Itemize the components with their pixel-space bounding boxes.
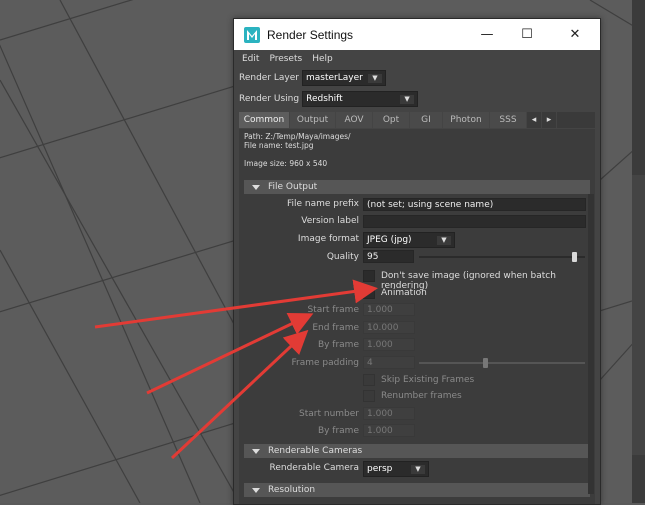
quality-input[interactable]: 95 <box>363 250 414 263</box>
start-frame-input[interactable]: 1.000 <box>363 303 415 316</box>
collapse-triangle-icon <box>252 448 260 454</box>
frame-padding-slider-handle[interactable] <box>483 358 489 368</box>
by-frame-input[interactable]: 1.000 <box>363 338 415 351</box>
render-layer-dropdown[interactable]: masterLayer ▼ <box>302 70 386 86</box>
chevron-down-icon: ▼ <box>368 74 382 83</box>
chevron-down-icon: ▼ <box>400 95 415 104</box>
settings-panel: Path: Z:/Temp/Maya/images/ File name: te… <box>239 129 595 504</box>
end-frame-input[interactable]: 10.000 <box>363 321 415 334</box>
tab-bar: Common Output AOV Opt GI Photon SSS ◂ ▸ <box>239 112 595 128</box>
menu-help[interactable]: Help <box>312 54 333 64</box>
start-number-input[interactable]: 1.000 <box>363 407 415 420</box>
tab-aov[interactable]: AOV <box>336 112 373 128</box>
menu-edit[interactable]: Edit <box>242 54 259 64</box>
render-layer-row: Render Layer masterLayer ▼ <box>239 70 386 86</box>
info-file-name: File name: test.jpg <box>244 141 314 150</box>
maximize-button[interactable]: ☐ <box>504 19 550 50</box>
render-using-dropdown[interactable]: Redshift ▼ <box>302 91 419 107</box>
frame-padding-slider-track[interactable] <box>419 362 585 364</box>
tab-scroll-right-icon[interactable]: ▸ <box>542 112 557 128</box>
info-path: Path: Z:/Temp/Maya/images/ <box>244 132 351 141</box>
skip-existing-checkbox[interactable] <box>363 374 375 386</box>
render-layer-value: masterLayer <box>306 73 363 83</box>
chevron-down-icon: ▼ <box>411 465 425 474</box>
info-image-size: Image size: 960 x 540 <box>244 159 328 168</box>
version-label-label: Version label <box>301 216 359 226</box>
chevron-down-icon: ▼ <box>437 236 451 245</box>
menu-presets[interactable]: Presets <box>269 54 302 64</box>
quality-label: Quality <box>326 252 359 262</box>
right-panel-strip <box>632 0 645 503</box>
close-button[interactable]: ✕ <box>552 19 598 50</box>
image-format-label: Image format <box>297 234 359 244</box>
start-frame-label: Start frame <box>307 305 359 315</box>
version-label-input[interactable] <box>363 215 586 228</box>
tab-sss[interactable]: SSS <box>490 112 527 128</box>
dont-save-checkbox[interactable] <box>363 270 375 282</box>
skip-existing-label: Skip Existing Frames <box>381 375 475 385</box>
section-renderable-cameras-title: Renderable Cameras <box>268 446 363 456</box>
section-file-output-title: File Output <box>268 182 318 192</box>
animation-label: Animation <box>381 288 427 298</box>
tab-gi[interactable]: GI <box>410 112 443 128</box>
renderable-camera-label: Renderable Camera <box>269 463 360 473</box>
quality-slider-handle[interactable] <box>571 252 577 262</box>
section-resolution[interactable]: Resolution <box>244 483 590 497</box>
animation-checkbox[interactable] <box>363 287 375 299</box>
renumber-label: Renumber frames <box>381 391 462 401</box>
renderable-camera-value: persp <box>367 464 393 474</box>
tab-photon[interactable]: Photon <box>443 112 490 128</box>
render-using-value: Redshift <box>306 94 343 104</box>
tab-output[interactable]: Output <box>290 112 336 128</box>
file-name-prefix-input[interactable]: (not set; using scene name) <box>363 198 586 211</box>
title-bar[interactable]: Render Settings — ☐ ✕ <box>234 19 600 50</box>
collapse-triangle-icon <box>252 184 260 190</box>
by-number-input[interactable]: 1.000 <box>363 424 415 437</box>
quality-slider-track[interactable] <box>419 256 585 258</box>
by-number-label: By frame <box>317 426 359 436</box>
section-renderable-cameras[interactable]: Renderable Cameras <box>244 444 590 458</box>
start-number-label: Start number <box>299 409 359 419</box>
render-settings-window: Render Settings — ☐ ✕ Edit Presets Help … <box>233 18 601 505</box>
tab-opt[interactable]: Opt <box>373 112 410 128</box>
menu-bar: Edit Presets Help <box>234 50 600 68</box>
render-using-label: Render Using <box>239 94 300 104</box>
tab-common[interactable]: Common <box>239 112 290 128</box>
maya-logo-icon <box>244 26 260 43</box>
end-frame-label: End frame <box>312 323 359 333</box>
prefix-label: File name prefix <box>286 199 359 209</box>
by-frame-label: By frame <box>317 340 359 350</box>
panel-scrollbar[interactable] <box>588 194 594 494</box>
collapse-triangle-icon <box>252 487 260 493</box>
render-layer-label: Render Layer <box>239 73 299 83</box>
frame-padding-input[interactable]: 4 <box>363 356 415 369</box>
section-file-output[interactable]: File Output <box>244 180 590 194</box>
render-using-row: Render Using Redshift ▼ <box>239 91 419 107</box>
tab-scroll-left-icon[interactable]: ◂ <box>527 112 542 128</box>
image-format-dropdown[interactable]: JPEG (jpg) ▼ <box>363 232 455 248</box>
renderable-camera-dropdown[interactable]: persp ▼ <box>363 461 429 477</box>
image-format-value: JPEG (jpg) <box>367 235 412 245</box>
section-resolution-title: Resolution <box>268 485 316 495</box>
frame-padding-label: Frame padding <box>291 358 359 368</box>
window-title: Render Settings <box>267 27 354 42</box>
renumber-checkbox[interactable] <box>363 390 375 402</box>
